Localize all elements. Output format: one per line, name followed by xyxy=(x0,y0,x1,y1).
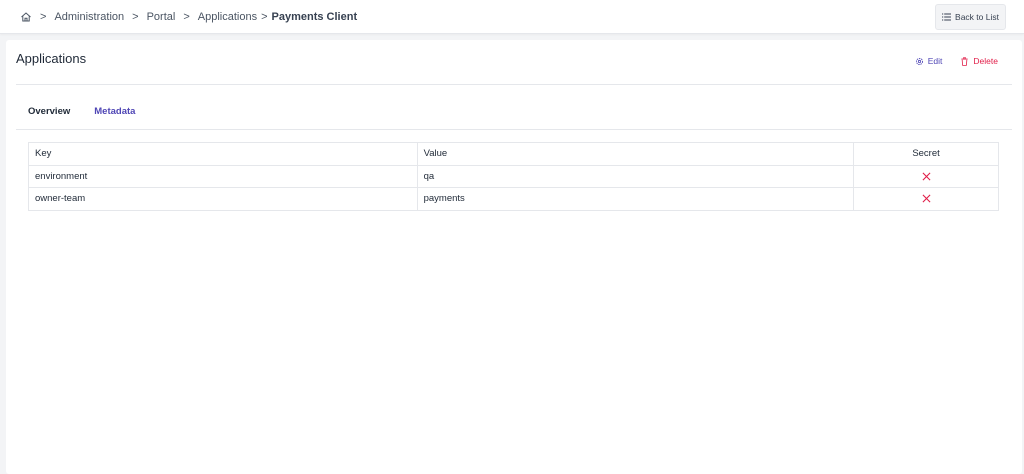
x-icon xyxy=(922,172,931,181)
tab-bar: Overview Metadata xyxy=(16,102,148,130)
cell-secret xyxy=(853,164,999,188)
x-icon xyxy=(922,194,931,203)
page-actions: Edit Delete xyxy=(915,56,998,66)
back-to-list-label: Back to List xyxy=(955,12,999,22)
cell-key: owner-team xyxy=(28,187,418,211)
delete-button[interactable]: Delete xyxy=(960,56,998,66)
tab-overview[interactable]: Overview xyxy=(16,102,82,130)
edit-label: Edit xyxy=(927,56,943,66)
column-header-value: Value xyxy=(416,142,855,166)
trash-icon xyxy=(961,56,969,66)
page-title: Applications xyxy=(16,51,87,66)
home-icon[interactable] xyxy=(20,11,32,23)
breadcrumb-item-portal[interactable]: Portal xyxy=(147,11,176,23)
cell-value: qa xyxy=(416,164,855,188)
column-header-secret: Secret xyxy=(853,142,999,166)
breadcrumb: > Administration > Portal > Applications… xyxy=(20,10,357,24)
back-to-list-button[interactable]: Back to List xyxy=(935,4,1006,30)
list-icon xyxy=(942,13,952,21)
cell-secret xyxy=(853,187,999,211)
breadcrumb-separator: > xyxy=(132,11,139,23)
edit-button[interactable]: Edit xyxy=(915,56,943,66)
breadcrumb-separator: > xyxy=(261,11,268,23)
gear-icon xyxy=(915,57,923,65)
metadata-table: Key Value Secret environment qa owner-te… xyxy=(28,142,999,211)
table-header-row: Key Value Secret xyxy=(28,142,999,166)
breadcrumb-separator: > xyxy=(183,11,190,23)
tab-divider xyxy=(16,129,1012,130)
content-card: Applications Edit Delete Overview Metada… xyxy=(6,40,1022,474)
delete-label: Delete xyxy=(973,56,998,66)
header-divider xyxy=(16,84,1012,85)
breadcrumb-item-applications[interactable]: Applications xyxy=(198,11,257,23)
tab-metadata[interactable]: Metadata xyxy=(82,102,148,130)
table-row: owner-team payments xyxy=(28,187,999,211)
breadcrumb-separator: > xyxy=(40,11,47,23)
table-row: environment qa xyxy=(28,164,999,188)
column-header-key: Key xyxy=(28,142,418,166)
top-bar: > Administration > Portal > Applications… xyxy=(0,0,1024,34)
cell-key: environment xyxy=(28,164,418,188)
breadcrumb-current: Payments Client xyxy=(271,11,358,23)
breadcrumb-item-administration[interactable]: Administration xyxy=(54,11,124,23)
cell-value: payments xyxy=(416,187,855,211)
